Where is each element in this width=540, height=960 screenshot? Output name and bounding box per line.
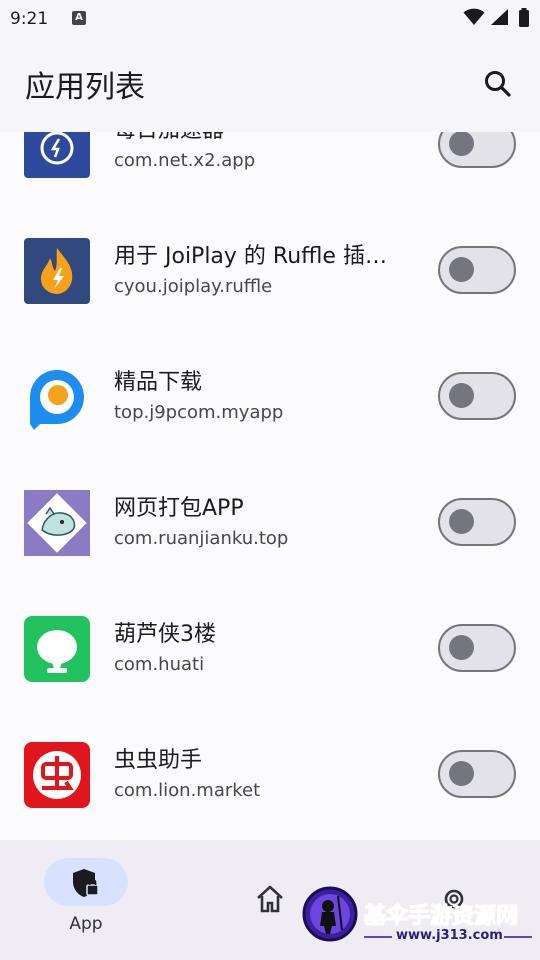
nav-item-app[interactable]: App	[44, 858, 128, 948]
status-bar: 9:21 A	[0, 0, 540, 38]
toggle-knob	[449, 635, 474, 660]
nav-active-indicator	[44, 858, 128, 906]
watermark-overlay: 基伞手游资源网 www.j313.com	[300, 884, 536, 948]
toggle-knob	[449, 509, 474, 534]
app-toggle-switch[interactable]	[438, 750, 516, 798]
search-button[interactable]	[480, 66, 516, 102]
app-toggle-switch[interactable]	[438, 498, 516, 546]
search-icon	[485, 71, 511, 97]
app-package: top.j9pcom.myapp	[114, 402, 284, 423]
app-package: cyou.joiplay.ruffle	[114, 276, 273, 297]
app-package: com.huati	[114, 654, 205, 675]
app-name: 网页打包APP	[114, 496, 244, 521]
notification-icon: A	[72, 11, 86, 25]
gourd-app-icon	[24, 616, 90, 682]
cartoon-app-icon	[24, 490, 90, 556]
signal-icon	[491, 9, 508, 25]
nav-label-app: App	[69, 914, 103, 934]
list-item[interactable]: 每日加速器 com.net.x2.app	[0, 132, 540, 208]
app-package: com.net.x2.app	[114, 150, 256, 171]
list-item[interactable]: 网页打包APP com.ruanjianku.top	[0, 460, 540, 586]
nav-item-home[interactable]	[254, 884, 286, 914]
list-item[interactable]: 葫芦侠3楼 com.huati	[0, 586, 540, 712]
app-name: 精品下载	[114, 370, 203, 395]
p-logo-app-icon	[24, 364, 90, 430]
timer-app-icon	[24, 132, 90, 178]
app-package: com.lion.market	[114, 780, 261, 801]
toggle-knob	[449, 132, 474, 156]
toggle-knob	[449, 257, 474, 282]
chong-app-icon	[24, 742, 90, 808]
ninja-logo-icon	[302, 886, 358, 942]
watermark-url: www.j313.com	[396, 928, 503, 943]
app-list[interactable]: 每日加速器 com.net.x2.app 用于 JoiPlay 的 Ruffle…	[0, 132, 540, 840]
wifi-icon	[463, 8, 485, 25]
app-toggle-switch[interactable]	[438, 246, 516, 294]
watermark-divider-left	[364, 936, 392, 938]
page-title: 应用列表	[25, 70, 145, 105]
list-item[interactable]: 精品下载 top.j9pcom.myapp	[0, 334, 540, 460]
app-name: 用于 JoiPlay 的 Ruffle 插…	[114, 244, 387, 269]
app-package: com.ruanjianku.top	[114, 528, 289, 549]
watermark-title: 基伞手游资源网	[363, 904, 519, 930]
app-toggle-switch[interactable]	[438, 132, 516, 168]
app-toggle-switch[interactable]	[438, 372, 516, 420]
battery-icon	[519, 8, 529, 27]
app-toggle-switch[interactable]	[438, 624, 516, 672]
top-app-bar: 应用列表	[0, 38, 540, 132]
app-name: 葫芦侠3楼	[114, 622, 216, 647]
shield-lock-icon	[73, 869, 99, 897]
status-time: 9:21	[10, 9, 49, 29]
list-item[interactable]: 虫虫助手 com.lion.market	[0, 712, 540, 838]
toggle-knob	[449, 761, 474, 786]
watermark-divider-right	[504, 936, 532, 938]
app-name: 虫虫助手	[114, 748, 203, 773]
toggle-knob	[449, 383, 474, 408]
app-name: 每日加速器	[114, 132, 414, 144]
home-icon	[257, 885, 283, 913]
list-item[interactable]: 用于 JoiPlay 的 Ruffle 插… cyou.joiplay.ruff…	[0, 208, 540, 334]
flame-app-icon	[24, 238, 90, 304]
